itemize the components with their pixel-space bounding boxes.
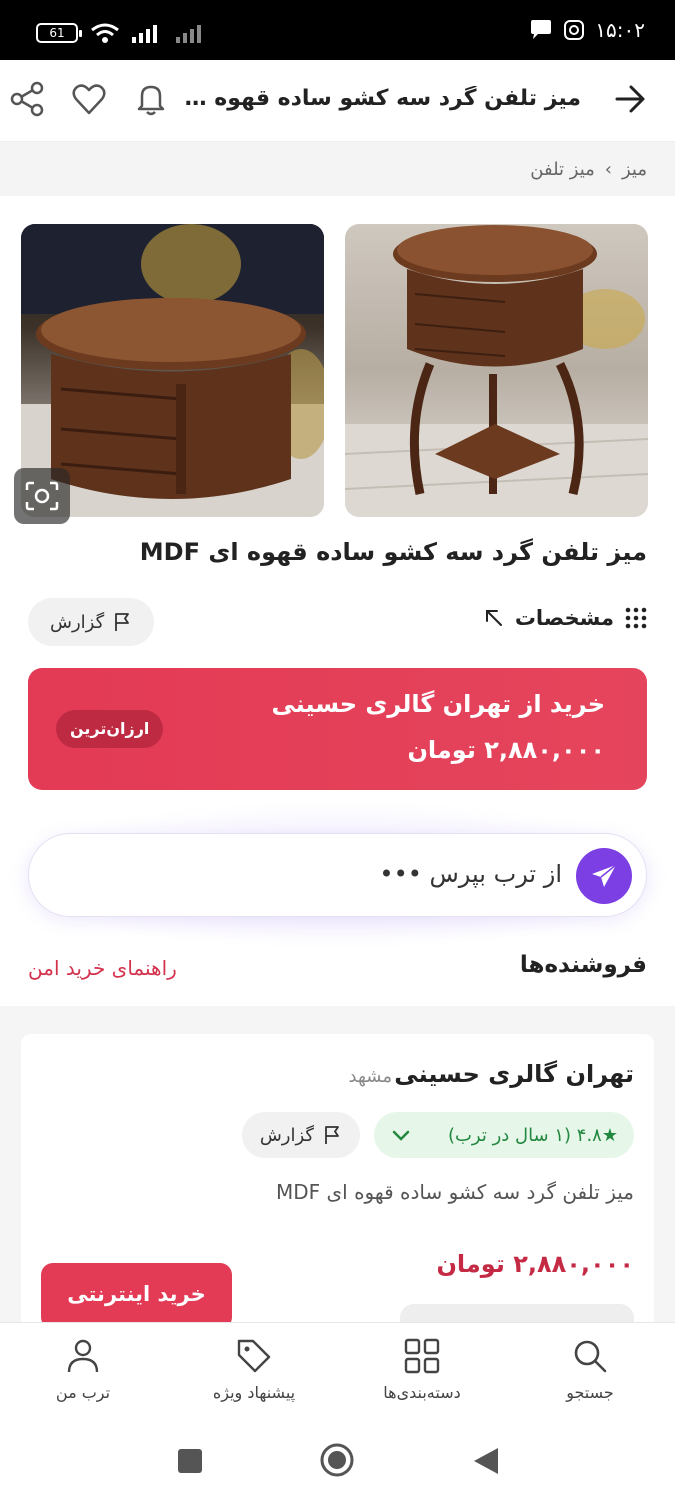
report-button[interactable]: گزارش bbox=[28, 598, 155, 646]
wifi-icon bbox=[91, 23, 119, 43]
seller-rating-text: ★۴.۸ (۱ سال در ترب) bbox=[447, 1124, 618, 1146]
home-icon[interactable] bbox=[319, 1442, 355, 1478]
safe-purchase-guide-link[interactable]: راهنمای خرید امن bbox=[28, 956, 177, 980]
seller-city: مشهد bbox=[348, 1066, 392, 1087]
best-offer-price: ۲,۸۸۰,۰۰۰ تومان bbox=[407, 736, 605, 764]
paper-plane-icon bbox=[592, 864, 617, 887]
nav-categories-label: دسته‌بندی‌ها bbox=[383, 1383, 461, 1402]
report-label: گزارش bbox=[50, 611, 105, 633]
back-triangle-icon[interactable] bbox=[472, 1446, 500, 1476]
breadcrumb-item-phone-table[interactable]: میز تلفن bbox=[530, 159, 595, 180]
send-button[interactable] bbox=[576, 848, 632, 904]
app-bar: میز تلفن گرد سه کشو ساده قهوه ای MDF bbox=[0, 60, 675, 142]
buy-online-button[interactable]: خرید اینترنتی bbox=[41, 1263, 232, 1329]
nav-special-offer-label: پیشنهاد ویژه bbox=[212, 1383, 296, 1402]
clock: ۱۵:۰۲ bbox=[595, 18, 645, 42]
heart-icon[interactable] bbox=[70, 80, 108, 118]
system-nav-bar bbox=[0, 1422, 675, 1500]
nav-my-torob[interactable]: ترب من bbox=[8, 1337, 158, 1402]
user-icon bbox=[67, 1339, 99, 1373]
signal-icon bbox=[132, 25, 157, 43]
app-bar-title: میز تلفن گرد سه کشو ساده قهوه ای MDF bbox=[181, 86, 581, 111]
breadcrumb: میز › میز تلفن bbox=[0, 142, 675, 196]
seller-report-button[interactable]: گزارش bbox=[241, 1112, 360, 1158]
seller-report-label: گزارش bbox=[259, 1124, 314, 1146]
breadcrumb-separator: › bbox=[604, 158, 612, 180]
seller-price: ۲,۸۸۰,۰۰۰ تومان bbox=[436, 1250, 634, 1278]
ask-placeholder: از ترب بپرس ••• bbox=[379, 860, 562, 888]
best-offer-shop: خرید از تهران گالری حسینی bbox=[271, 690, 605, 718]
chat-icon bbox=[531, 20, 552, 39]
bottom-nav: جستجو دسته‌بندی‌ها پیشنهاد ویژه ترب من bbox=[0, 1322, 675, 1422]
status-bar: 61 ۱۵:۰۲ bbox=[0, 0, 675, 60]
chevron-down-icon bbox=[392, 1130, 410, 1141]
search-icon bbox=[574, 1340, 607, 1373]
signal-icon-2 bbox=[176, 25, 201, 43]
bell-icon[interactable] bbox=[132, 80, 170, 118]
breadcrumb-item-table[interactable]: میز bbox=[622, 159, 647, 180]
nav-my-torob-label: ترب من bbox=[55, 1383, 111, 1402]
cheapest-badge: ارزان‌ترین bbox=[56, 710, 164, 748]
image-search-button[interactable] bbox=[14, 468, 70, 524]
nav-search[interactable]: جستجو bbox=[515, 1337, 665, 1402]
grid-icon bbox=[404, 1338, 440, 1374]
recents-icon[interactable] bbox=[177, 1448, 203, 1474]
flag-icon bbox=[325, 1126, 339, 1144]
spec-row: مشخصات گزارش bbox=[28, 598, 648, 646]
product-photo-1[interactable] bbox=[345, 224, 648, 517]
nav-search-label: جستجو bbox=[566, 1383, 614, 1402]
seller-name[interactable]: تهران گالری حسینی bbox=[394, 1060, 634, 1088]
ask-torob-input[interactable]: از ترب بپرس ••• bbox=[28, 833, 647, 917]
tag-icon bbox=[237, 1339, 271, 1373]
product-title: میز تلفن گرد سه کشو ساده قهوه ای MDF bbox=[139, 538, 647, 566]
seller-offer-title: میز تلفن گرد سه کشو ساده قهوه ای MDF bbox=[275, 1180, 634, 1204]
specs-link[interactable]: مشخصات bbox=[483, 606, 648, 630]
nav-categories[interactable]: دسته‌بندی‌ها bbox=[347, 1337, 497, 1402]
grid-dots-icon bbox=[625, 607, 647, 629]
nav-special-offer[interactable]: پیشنهاد ویژه bbox=[179, 1337, 329, 1402]
table-illustration-1 bbox=[345, 225, 648, 517]
sellers-heading: فروشنده‌ها bbox=[519, 952, 647, 978]
flag-icon bbox=[115, 613, 130, 631]
specs-label: مشخصات bbox=[514, 606, 614, 630]
seller-rating[interactable]: ★۴.۸ (۱ سال در ترب) bbox=[374, 1112, 634, 1158]
camera-lens-icon bbox=[25, 481, 59, 511]
battery-indicator: 61 bbox=[36, 23, 82, 43]
best-offer-card[interactable]: خرید از تهران گالری حسینی ۲,۸۸۰,۰۰۰ توما… bbox=[28, 668, 647, 790]
share-icon[interactable] bbox=[8, 80, 46, 118]
instagram-icon bbox=[564, 20, 585, 40]
seller-card[interactable]: تهران گالری حسینی مشهد ★۴.۸ (۱ سال در تر… bbox=[21, 1034, 654, 1344]
back-arrow-icon[interactable] bbox=[613, 82, 647, 116]
arrow-up-left-icon bbox=[485, 610, 502, 626]
